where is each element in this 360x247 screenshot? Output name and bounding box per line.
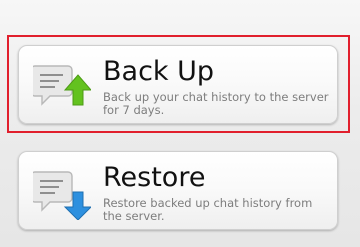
backup-title: Back Up	[103, 56, 215, 87]
backup-description: Back up your chat history to the server …	[103, 90, 329, 117]
backup-restore-screen: Back Up Back up your chat history to the…	[0, 0, 360, 247]
restore-option[interactable]: Restore Restore backed up chat history f…	[18, 151, 338, 230]
chat-download-icon	[30, 168, 93, 221]
restore-title: Restore	[103, 162, 206, 193]
restore-description: Restore backed up chat history from the …	[103, 196, 313, 223]
chat-upload-icon	[30, 62, 93, 114]
backup-option[interactable]: Back Up Back up your chat history to the…	[18, 45, 338, 124]
